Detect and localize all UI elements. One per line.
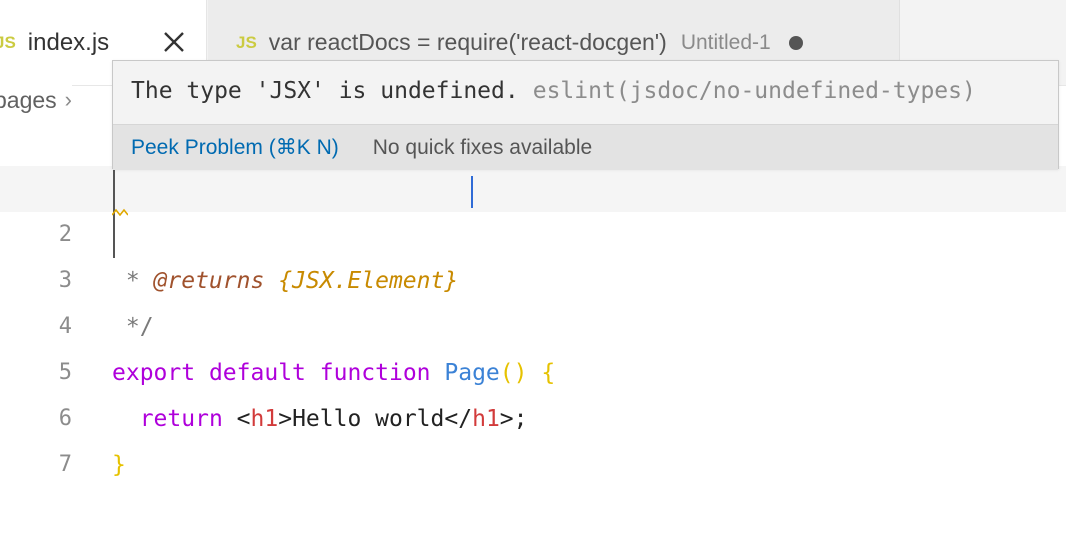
javascript-file-icon: JS: [236, 32, 257, 52]
quick-fix-status: No quick fixes available: [372, 135, 593, 159]
tab-description: Untitled-1: [680, 30, 771, 54]
breadcrumb-item-pages[interactable]: pages: [0, 87, 57, 114]
problem-text: The type 'JSX' is undefined.: [131, 78, 519, 104]
line-number: 7: [58, 452, 72, 477]
code-line: 2 * @returns {JSX.Element}: [0, 166, 1066, 294]
close-icon[interactable]: [160, 28, 188, 56]
code-line: 4 export default function Page() {: [0, 258, 1066, 386]
problem-source: eslint(jsdoc/no-undefined-types): [532, 78, 976, 104]
tab-title: var reactDocs = require('react-docgen'): [268, 29, 667, 55]
text-cursor: [471, 176, 473, 208]
problem-hover-widget: The type 'JSX' is undefined. eslint(jsdoc…: [112, 60, 1059, 170]
code-line: 3 */: [0, 212, 1066, 340]
peek-problem-link[interactable]: Peek Problem (⌘K N): [131, 135, 339, 160]
problem-message: The type 'JSX' is undefined. eslint(jsdoc…: [131, 73, 976, 109]
chevron-right-icon: ›: [64, 87, 72, 112]
hover-status-bar: Peek Problem (⌘K N) No quick fixes avail…: [113, 124, 1058, 170]
code-text: }: [112, 452, 126, 478]
tab-title: index.js: [27, 28, 110, 56]
code-line: 6 }: [0, 350, 1066, 478]
unsaved-changes-dot-icon[interactable]: [788, 35, 803, 50]
javascript-file-icon: JS: [0, 32, 16, 52]
code-line: 7: [0, 396, 1066, 477]
code-line: 5 return <h1>Hello world</h1>;: [0, 304, 1066, 432]
warning-squiggle-icon: [111, 203, 129, 217]
breadcrumb: pages ›: [0, 84, 72, 116]
